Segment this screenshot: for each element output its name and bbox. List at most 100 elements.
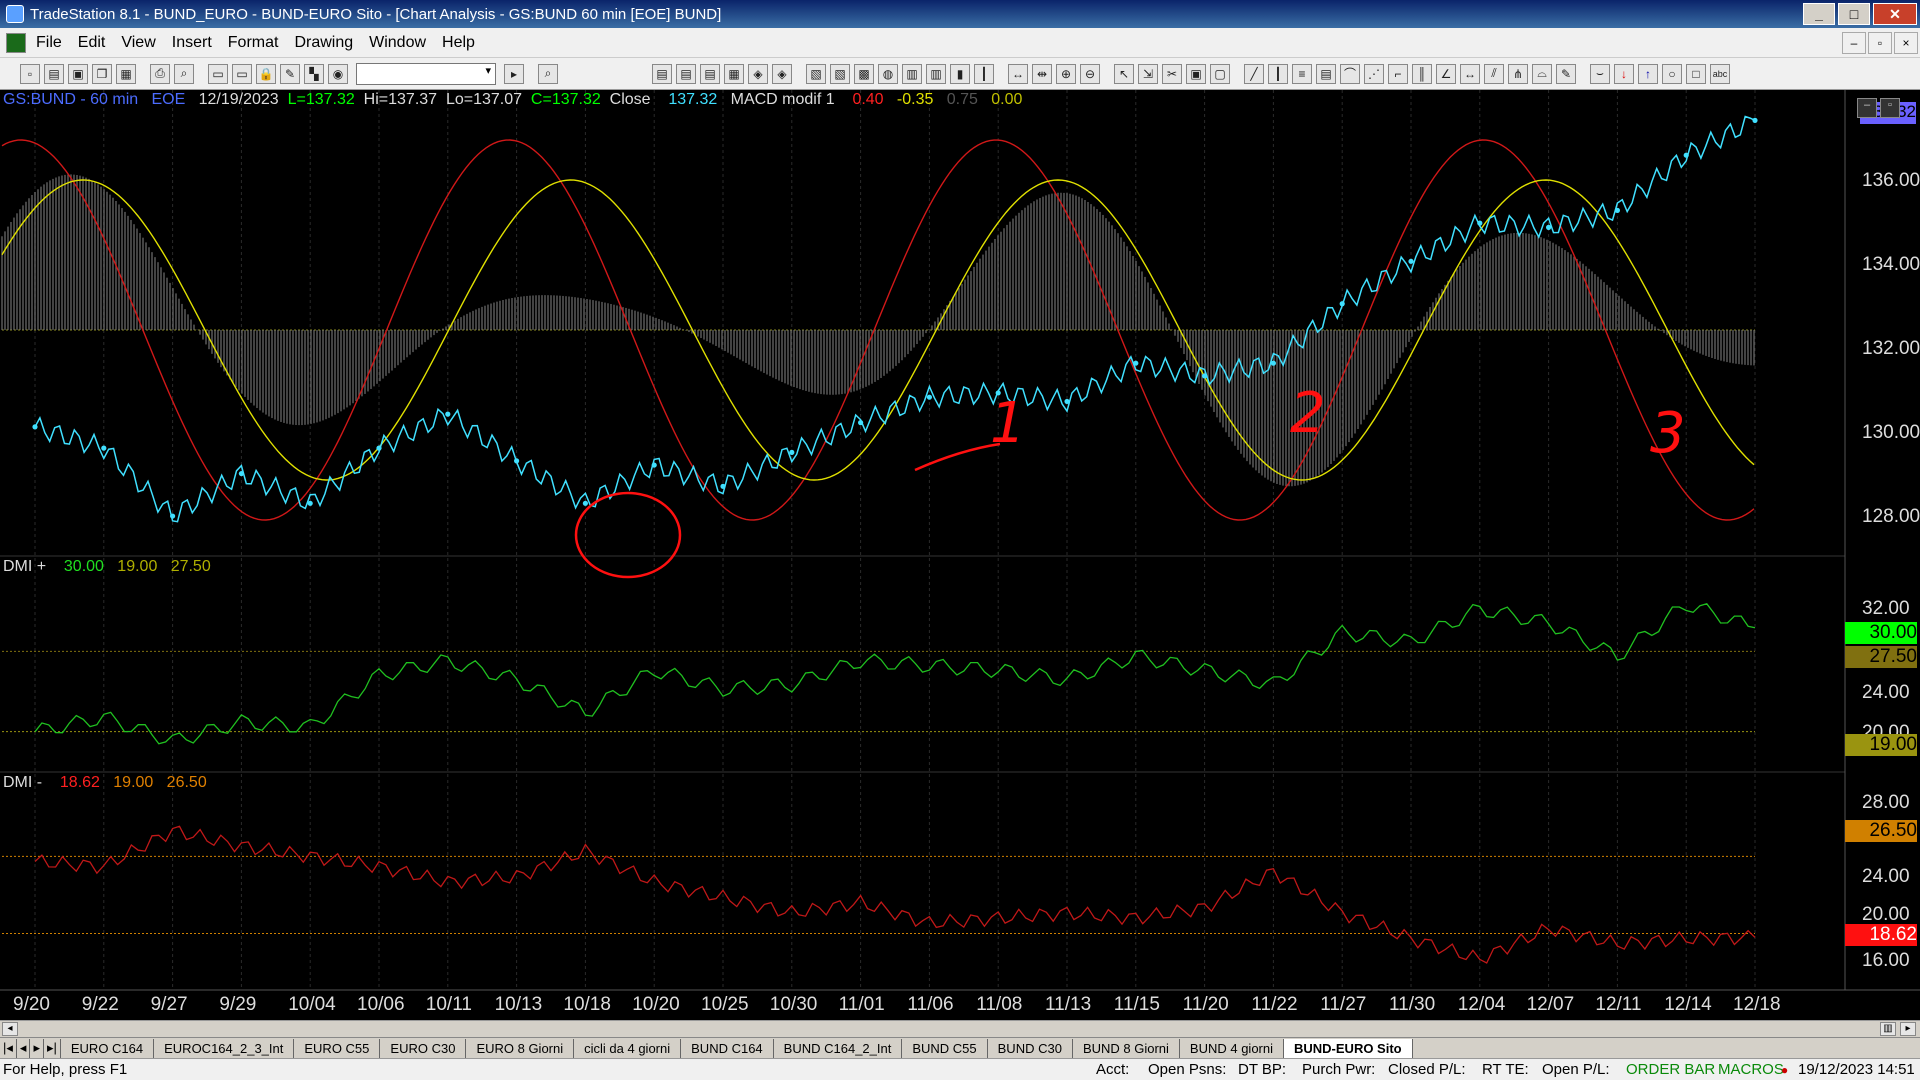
- tab-bund-euro-sito[interactable]: BUND-EURO Sito: [1284, 1038, 1413, 1058]
- save-icon[interactable]: ▣: [68, 63, 88, 84]
- misc-icon[interactable]: ▢: [1210, 63, 1230, 84]
- arc-icon[interactable]: ⌓: [1532, 63, 1552, 84]
- tab-bund-c164-2-int[interactable]: BUND C164_2_Int: [774, 1038, 903, 1058]
- curve-icon[interactable]: ⌣: [1590, 63, 1610, 84]
- tool-h-icon[interactable]: ▧: [830, 63, 850, 84]
- mdi-restore-button[interactable]: ▫: [1868, 31, 1892, 54]
- print-preview-icon[interactable]: ⌕: [174, 63, 194, 84]
- pointer-icon[interactable]: ↖: [1114, 63, 1134, 84]
- tab-nav-last-icon[interactable]: ▸|: [44, 1038, 61, 1058]
- menu-window[interactable]: Window: [361, 34, 434, 52]
- horizontal-scrollbar[interactable]: ◂ ▥ ▸: [0, 1020, 1920, 1037]
- pitch-icon[interactable]: ⋔: [1508, 63, 1528, 84]
- tool-e-icon[interactable]: ◈: [748, 63, 768, 84]
- insert-icon[interactable]: ▣: [1186, 63, 1206, 84]
- hline-icon[interactable]: ≡: [1292, 63, 1312, 84]
- symbol-combo[interactable]: ▾: [356, 62, 496, 85]
- tab-nav-next-icon[interactable]: ▸: [30, 1038, 44, 1058]
- macros-button[interactable]: MACROS: [1718, 1061, 1784, 1078]
- cycle-icon[interactable]: ║: [1412, 63, 1432, 84]
- maximize-button[interactable]: □: [1838, 3, 1870, 25]
- tools-icon[interactable]: ✂: [1162, 63, 1182, 84]
- tool-i-icon[interactable]: ▩: [854, 63, 874, 84]
- scroll-right-icon[interactable]: ▸: [1900, 1022, 1916, 1036]
- tab-euro-8-giorni[interactable]: EURO 8 Giorni: [466, 1038, 575, 1058]
- print-icon[interactable]: ⎙: [150, 63, 170, 84]
- tool-a-icon[interactable]: ▤: [652, 63, 672, 84]
- fib-icon[interactable]: ⋰: [1364, 63, 1384, 84]
- tool-l-icon[interactable]: ▥: [926, 63, 946, 84]
- order-bar-button[interactable]: ORDER BAR: [1626, 1061, 1715, 1078]
- mdi-close-button[interactable]: ×: [1894, 31, 1918, 54]
- copy-icon[interactable]: ❐: [92, 63, 112, 84]
- menu-view[interactable]: View: [113, 34, 163, 52]
- tab-bund-c30[interactable]: BUND C30: [988, 1038, 1073, 1058]
- minimize-button[interactable]: _: [1803, 3, 1835, 25]
- window-icon[interactable]: ▭: [208, 63, 228, 84]
- angle-icon[interactable]: ∠: [1436, 63, 1456, 84]
- close-button[interactable]: ✕: [1873, 3, 1917, 25]
- scroll-left-icon[interactable]: ◂: [2, 1022, 18, 1036]
- window2-icon[interactable]: ▭: [232, 63, 252, 84]
- tool-g-icon[interactable]: ▧: [806, 63, 826, 84]
- bar-chart-icon[interactable]: ▮: [950, 63, 970, 84]
- parallel-icon[interactable]: ⫽: [1484, 63, 1504, 84]
- fan-icon[interactable]: ⌒: [1340, 63, 1360, 84]
- globe-icon[interactable]: ◉: [328, 63, 348, 84]
- menu-drawing[interactable]: Drawing: [286, 34, 361, 52]
- tool-c-icon[interactable]: ▤: [700, 63, 720, 84]
- lock-icon[interactable]: 🔒: [256, 63, 276, 84]
- tab-nav-first-icon[interactable]: |◂: [0, 1038, 17, 1058]
- tab-euro-c55[interactable]: EURO C55: [294, 1038, 381, 1058]
- menu-help[interactable]: Help: [434, 34, 483, 52]
- ellipse-icon[interactable]: ○: [1662, 63, 1682, 84]
- channel-icon[interactable]: ▤: [1316, 63, 1336, 84]
- rectangle-icon[interactable]: □: [1686, 63, 1706, 84]
- tab-bund-4-giorni[interactable]: BUND 4 giorni: [1180, 1038, 1284, 1058]
- find-icon[interactable]: ⌕: [538, 63, 558, 84]
- text-icon[interactable]: abc: [1710, 63, 1730, 84]
- pen-icon[interactable]: ✎: [280, 63, 300, 84]
- paste-icon[interactable]: ▦: [116, 63, 136, 84]
- tab-euro-c30[interactable]: EURO C30: [380, 1038, 467, 1058]
- chart-restore-button[interactable]: ▫: [1880, 98, 1900, 118]
- zoom-in-icon[interactable]: ⊕: [1056, 63, 1076, 84]
- menu-format[interactable]: Format: [220, 34, 287, 52]
- menu-file[interactable]: File: [28, 34, 70, 52]
- expand-icon[interactable]: ↔: [1008, 63, 1028, 84]
- chart-icon[interactable]: ▚: [304, 63, 324, 84]
- vline-icon[interactable]: ┃: [1268, 63, 1288, 84]
- freehand-icon[interactable]: ✎: [1556, 63, 1576, 84]
- arrow-down-icon[interactable]: ↓: [1614, 63, 1634, 84]
- chart-minimize-button[interactable]: –: [1857, 98, 1877, 118]
- tool-j-icon[interactable]: ◍: [878, 63, 898, 84]
- new-icon[interactable]: ▫: [20, 63, 40, 84]
- compress-icon[interactable]: ⇹: [1032, 63, 1052, 84]
- tab-bund-c164[interactable]: BUND C164: [681, 1038, 774, 1058]
- menu-edit[interactable]: Edit: [70, 34, 114, 52]
- mdi-minimize-button[interactable]: –: [1842, 31, 1866, 54]
- menu-insert[interactable]: Insert: [164, 34, 220, 52]
- gann-icon[interactable]: ⌐: [1388, 63, 1408, 84]
- chart-canvas[interactable]: 1 2 3: [0, 90, 1920, 1020]
- arrow-right-icon[interactable]: ▸: [504, 63, 524, 84]
- candle-icon[interactable]: ┃: [974, 63, 994, 84]
- chart-window[interactable]: 1 2 3 GS:BUND - 60 min EOE 12/19/2023 L=13…: [0, 90, 1920, 1020]
- tab-euro-c164[interactable]: EURO C164: [61, 1038, 155, 1058]
- tool-f-icon[interactable]: ◈: [772, 63, 792, 84]
- tool-d-icon[interactable]: ▦: [724, 63, 744, 84]
- tool-b-icon[interactable]: ▤: [676, 63, 696, 84]
- zoom-out-icon[interactable]: ⊖: [1080, 63, 1100, 84]
- scroll-thumb[interactable]: ▥: [1880, 1022, 1896, 1036]
- tab-bund-c55[interactable]: BUND C55: [902, 1038, 988, 1058]
- hline2-icon[interactable]: ↔: [1460, 63, 1480, 84]
- tool-k-icon[interactable]: ▥: [902, 63, 922, 84]
- tab-euroc164-2-3-int[interactable]: EUROC164_2_3_Int: [154, 1038, 295, 1058]
- open-icon[interactable]: ▤: [44, 63, 64, 84]
- tab-cicli-da-4-giorni[interactable]: cicli da 4 giorni: [574, 1038, 682, 1058]
- select-icon[interactable]: ⇲: [1138, 63, 1158, 84]
- arrow-up-icon[interactable]: ↑: [1638, 63, 1658, 84]
- tab-bund-8-giorni[interactable]: BUND 8 Giorni: [1073, 1038, 1180, 1058]
- trendline-icon[interactable]: ╱: [1244, 63, 1264, 84]
- tab-nav-prev-icon[interactable]: ◂: [17, 1038, 31, 1058]
